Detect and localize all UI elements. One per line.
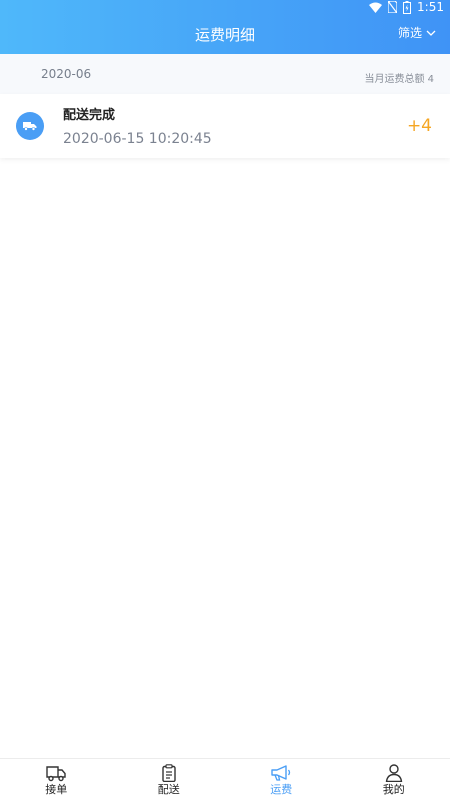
chevron-down-icon: [426, 30, 436, 36]
clipboard-icon: [162, 764, 176, 782]
status-bar: 1:51: [0, 0, 450, 14]
bottom-tab-bar: 接单 配送 运费 我的: [0, 758, 450, 800]
tab-label-orders: 接单: [45, 783, 68, 796]
status-icons: 1:51: [369, 0, 444, 14]
tab-delivery[interactable]: 配送: [113, 759, 226, 800]
truck-icon: [46, 766, 66, 782]
month-total: 当月运费总额 4: [364, 74, 434, 85]
page-title: 运费明细: [194, 26, 255, 44]
freight-record-item[interactable]: 配送完成 2020-06-15 10:20:45 +4: [0, 94, 450, 158]
truck-icon: [16, 112, 44, 140]
filter-button[interactable]: 筛选: [398, 24, 436, 42]
app-header: 1:51 运费明细 筛选: [0, 0, 450, 54]
no-sim-icon: [388, 1, 398, 13]
battery-icon: [403, 0, 412, 14]
user-icon: [385, 764, 402, 782]
month-summary-bar: 2020-06 当月运费总额 4: [0, 54, 450, 94]
month-label: 2020-06: [41, 67, 92, 81]
record-amount: +4: [406, 116, 432, 136]
record-title: 配送完成: [63, 108, 116, 123]
status-time: 1:51: [417, 0, 444, 14]
tab-label-freight: 运费: [270, 783, 293, 796]
filter-label: 筛选: [397, 26, 422, 40]
tab-label-delivery: 配送: [157, 783, 180, 796]
tab-orders[interactable]: 接单: [0, 759, 113, 800]
tab-label-profile: 我的: [382, 783, 405, 796]
wifi-icon: [369, 2, 383, 13]
record-time: 2020-06-15 10:20:45: [63, 131, 212, 147]
megaphone-icon: [271, 765, 291, 781]
tab-freight[interactable]: 运费: [225, 759, 338, 800]
tab-profile[interactable]: 我的: [338, 759, 450, 800]
